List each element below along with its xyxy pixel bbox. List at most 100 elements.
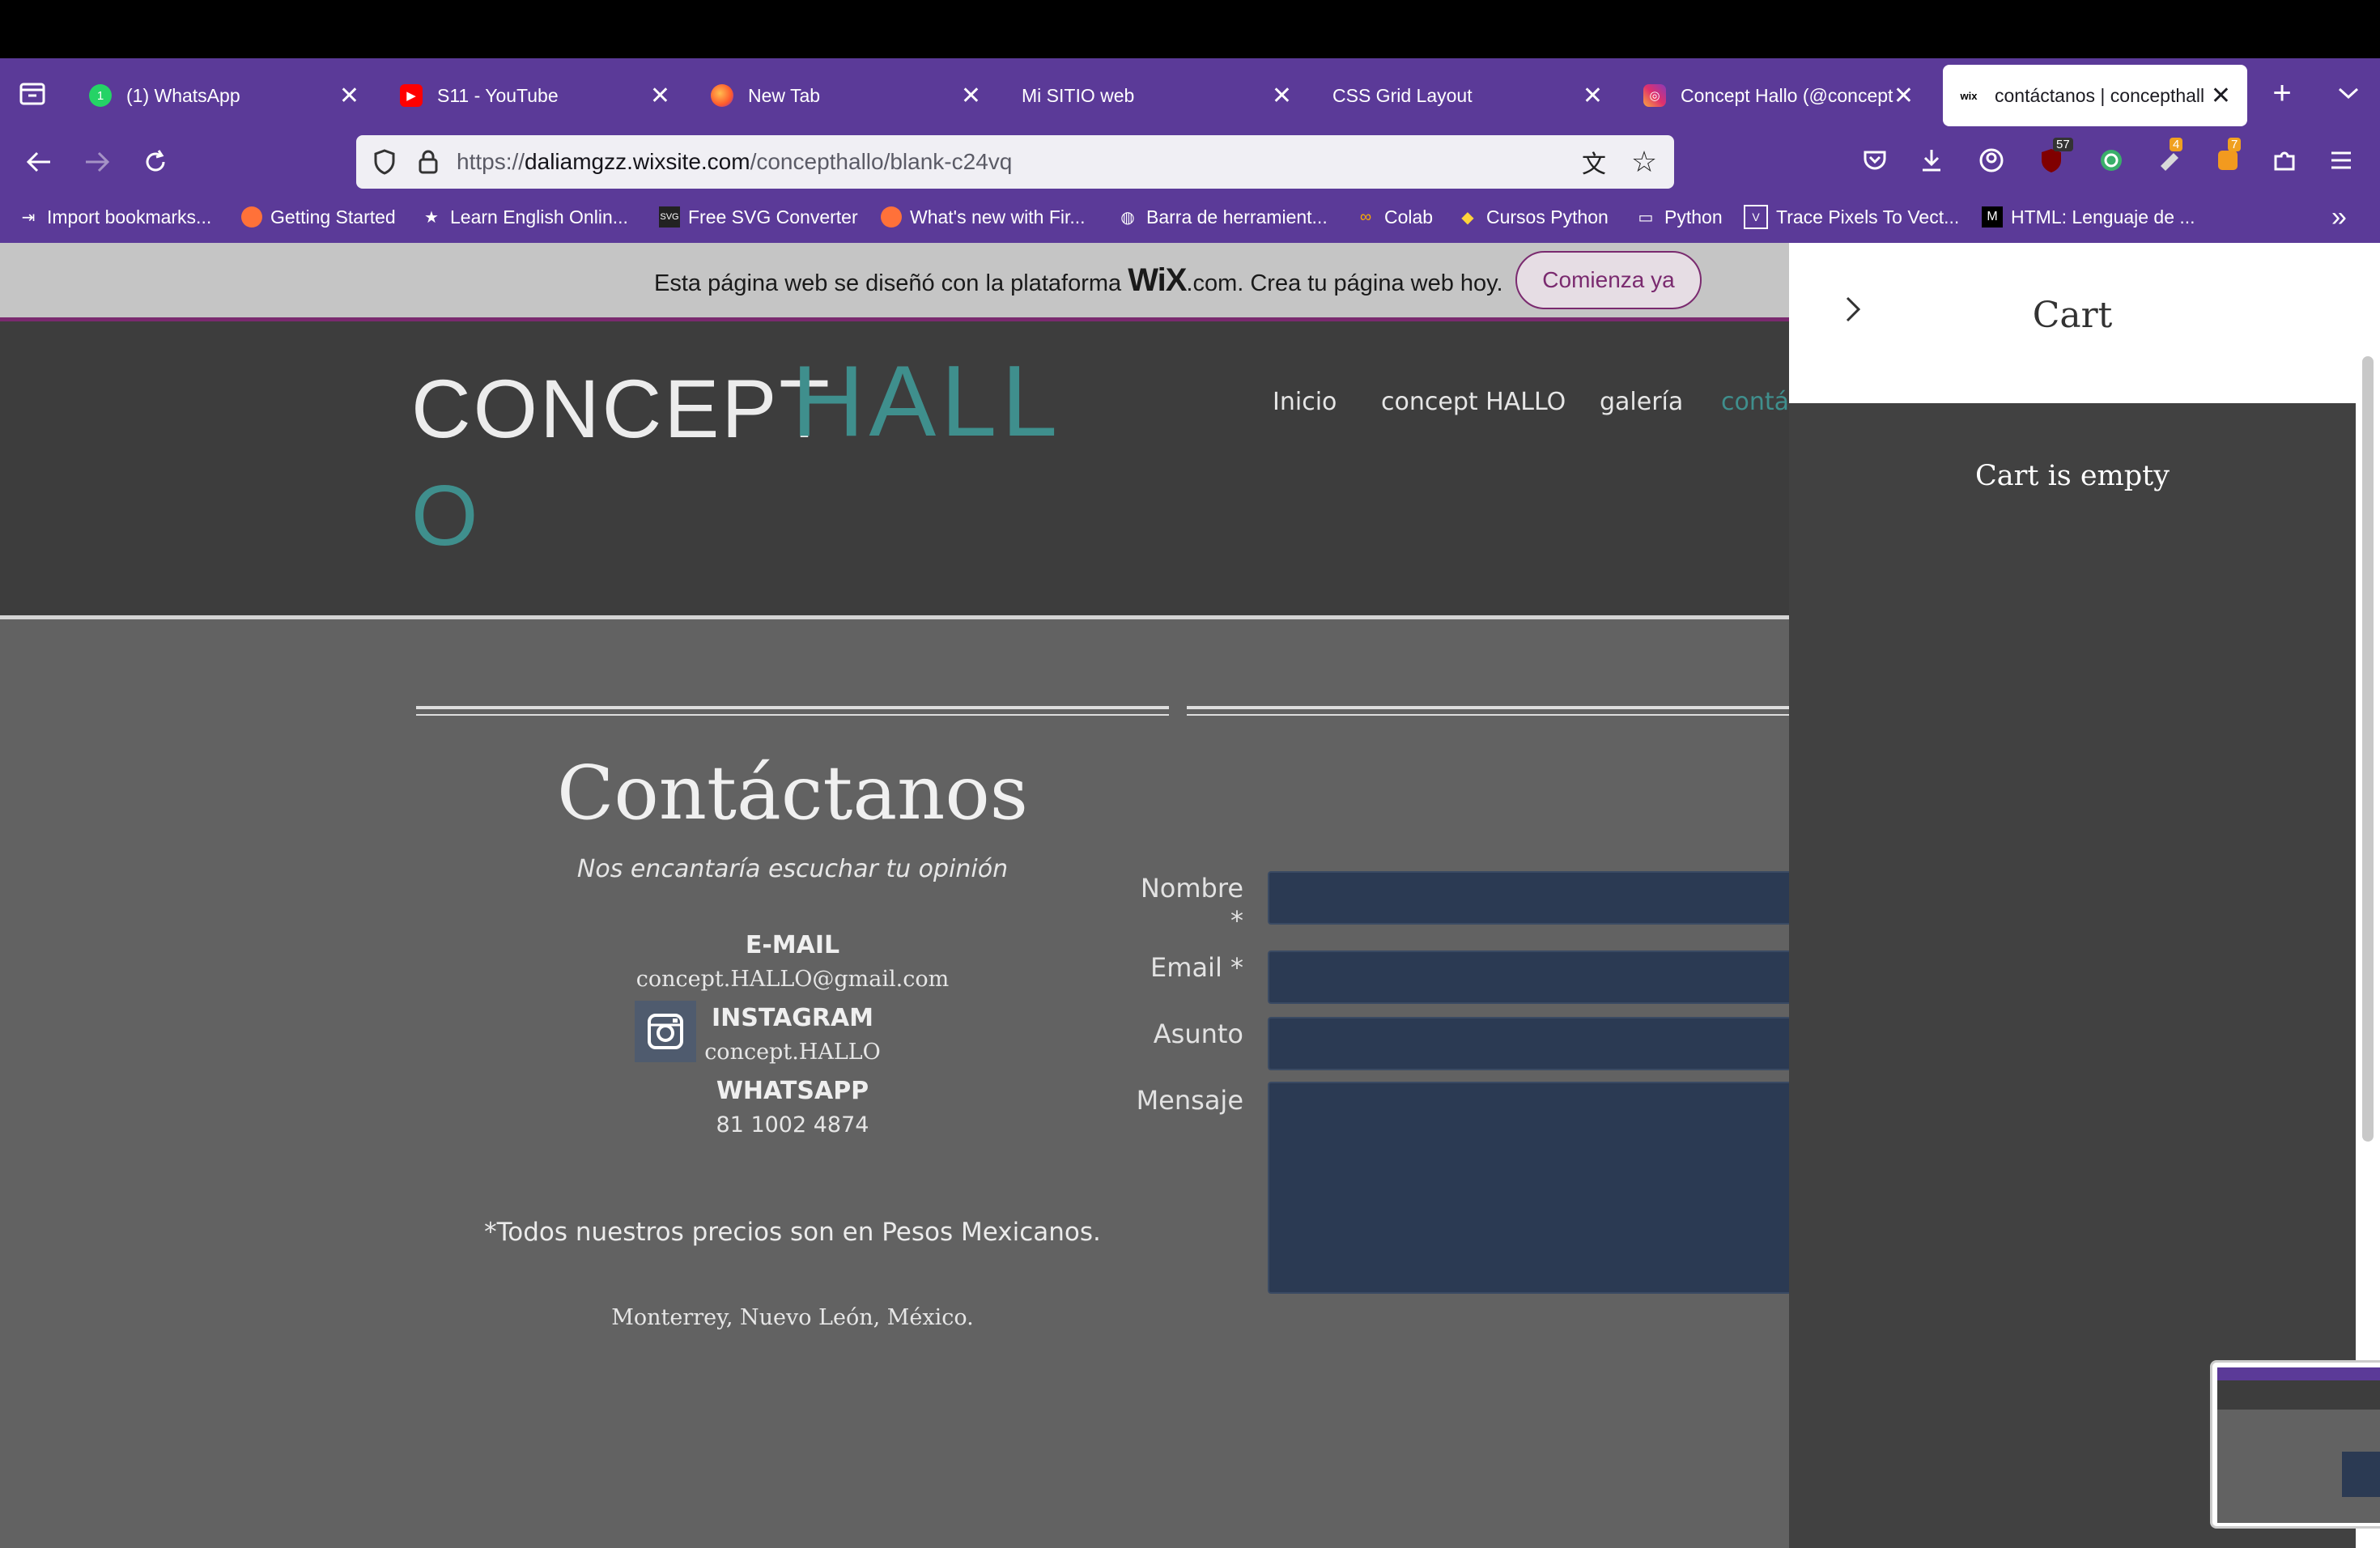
bookmark-label: Cursos Python — [1486, 206, 1609, 228]
system-top-bar — [0, 0, 2380, 58]
bookmark-trace-pixels[interactable]: V Trace Pixels To Vect... — [1744, 191, 1959, 243]
url-domain: daliamgzz.wixsite.com — [525, 149, 750, 174]
nav-concept-hallo[interactable]: concept HALLO — [1381, 388, 1566, 416]
close-tab-icon[interactable]: ✕ — [1272, 65, 1292, 126]
tab-whatsapp[interactable]: 1 (1) WhatsApp ✕ — [74, 65, 376, 126]
new-tab-icon[interactable]: + — [2262, 73, 2302, 113]
bookmark-label: Barra de herramient... — [1146, 206, 1328, 228]
start-now-button[interactable]: Comienza ya — [1515, 251, 1702, 309]
bookmark-whats-new[interactable]: What's new with Fir... — [881, 191, 1086, 243]
message-label: Mensaje — [1136, 1085, 1243, 1116]
bookmark-colab[interactable]: ∞ Colab — [1355, 191, 1433, 243]
bookmark-html[interactable]: M HTML: Lenguaje de ... — [1982, 191, 2195, 243]
tab-youtube[interactable]: ▶ S11 - YouTube ✕ — [385, 65, 686, 126]
nav-inicio[interactable]: Inicio — [1273, 388, 1337, 416]
close-tab-icon[interactable]: ✕ — [2211, 65, 2231, 126]
bookmark-free-svg[interactable]: SVG Free SVG Converter — [659, 191, 858, 243]
bookmark-learn-english[interactable]: ★ Learn English Onlin... — [421, 191, 628, 243]
extension-icon[interactable]: 4 — [2152, 138, 2187, 178]
thumbnail-form — [2342, 1452, 2380, 1497]
sync-extension-icon[interactable] — [2093, 142, 2129, 178]
url-path: /concepthallo/blank-c24vq — [750, 149, 1013, 174]
bookmark-cursos-python[interactable]: ◆ Cursos Python — [1457, 191, 1609, 243]
shield-icon[interactable] — [368, 145, 402, 179]
tab-overview-icon[interactable] — [15, 76, 50, 112]
nav-galeria[interactable]: galería — [1600, 388, 1683, 416]
address-bar[interactable]: https://daliamgzz.wixsite.com/concepthal… — [356, 135, 1674, 189]
tab-css-grid[interactable]: CSS Grid Layout ✕ — [1318, 65, 1619, 126]
cart-header: Cart — [1789, 243, 2356, 403]
window-thumbnail[interactable] — [2210, 1360, 2380, 1529]
wix-text-after: .com. Crea tu página web hoy. — [1186, 270, 1503, 296]
lock-icon[interactable] — [411, 145, 445, 179]
bookmark-label: Import bookmarks... — [47, 206, 212, 228]
bookmark-python-folder[interactable]: ▭ Python — [1635, 191, 1723, 243]
bookmark-label: Colab — [1384, 206, 1434, 228]
bookmark-getting-started[interactable]: Getting Started — [241, 191, 396, 243]
tab-bar: 1 (1) WhatsApp ✕ ▶ S11 - YouTube ✕ New T… — [0, 58, 2380, 133]
tab-title: Concept Hallo (@concept — [1681, 84, 1893, 106]
list-tabs-icon[interactable] — [2328, 73, 2369, 113]
divider-line — [1187, 714, 1802, 716]
url-text[interactable]: https://daliamgzz.wixsite.com/concepthal… — [457, 135, 1012, 189]
cart-empty-message: Cart is empty — [1975, 460, 2170, 492]
account-icon[interactable] — [1974, 142, 2009, 178]
menu-hamburger-icon[interactable] — [2323, 142, 2359, 178]
wix-logo: WiX — [1128, 262, 1187, 298]
bookmark-label: Getting Started — [270, 206, 396, 228]
tab-contactanos-active[interactable]: wix contáctanos | concepthall ✕ — [1943, 65, 2247, 126]
whatsapp-icon: 1 — [89, 84, 112, 107]
downloads-icon[interactable] — [1914, 142, 1949, 178]
firefox-icon — [881, 206, 902, 228]
logo-concept[interactable]: CONCEPT — [411, 362, 832, 457]
import-icon: ⇥ — [21, 208, 36, 227]
close-tab-icon[interactable]: ✕ — [339, 65, 359, 126]
svg-icon: SVG — [659, 206, 680, 228]
bookmark-import[interactable]: ⇥ Import bookmarks... — [18, 191, 212, 243]
back-icon[interactable] — [19, 142, 58, 181]
divider-line — [416, 714, 1169, 716]
logo-o[interactable]: O — [411, 467, 478, 565]
logo-hall[interactable]: HALL — [792, 344, 1062, 459]
wix-icon: wix — [1957, 84, 1980, 107]
close-tab-icon[interactable]: ✕ — [961, 65, 981, 126]
globe-icon: ◍ — [1120, 208, 1135, 227]
close-tab-icon[interactable]: ✕ — [1893, 65, 1914, 126]
bookmarks-overflow-icon[interactable]: » — [2331, 191, 2347, 243]
wix-banner-text: Esta página web se diseñó con la platafo… — [654, 243, 1503, 317]
bookmark-label: HTML: Lenguaje de ... — [2011, 206, 2195, 228]
tab-instagram[interactable]: ◎ Concept Hallo (@concept ✕ — [1629, 65, 1930, 126]
scrollbar-thumb[interactable] — [2362, 356, 2374, 1142]
message-textarea[interactable] — [1268, 1082, 1838, 1294]
divider-line — [1187, 706, 1802, 709]
bookmark-barra[interactable]: ◍ Barra de herramient... — [1117, 191, 1328, 243]
forward-icon[interactable] — [78, 142, 117, 181]
ublock-icon[interactable]: 57 — [2034, 138, 2073, 178]
extensions-puzzle-icon[interactable] — [2267, 142, 2302, 178]
star-icon: ★ — [424, 208, 439, 227]
honey-extension-icon[interactable]: 7 — [2210, 138, 2246, 178]
page-title: Contáctanos — [556, 750, 1029, 836]
extension-badge: 4 — [2170, 138, 2183, 151]
reload-icon[interactable] — [136, 142, 175, 181]
bookmark-star-icon[interactable]: ☆ — [1627, 145, 1661, 179]
tab-title: New Tab — [748, 84, 821, 106]
email-input[interactable] — [1268, 950, 1838, 1004]
python-icon: ◆ — [1461, 208, 1474, 227]
translate-icon[interactable]: 文 — [1577, 145, 1611, 179]
tab-mi-sitio[interactable]: Mi SITIO web ✕ — [1007, 65, 1308, 126]
close-tab-icon[interactable]: ✕ — [1583, 65, 1603, 126]
trace-icon: V — [1744, 205, 1768, 229]
thumbnail-chrome — [2217, 1367, 2380, 1380]
tab-title: CSS Grid Layout — [1332, 84, 1473, 106]
pocket-icon[interactable] — [1857, 142, 1893, 178]
close-tab-icon[interactable]: ✕ — [650, 65, 670, 126]
location-text: Monterrey, Nuevo León, México. — [611, 1305, 974, 1330]
tab-title: Mi SITIO web — [1022, 84, 1135, 106]
wix-text-before: Esta página web se diseñó con la platafo… — [654, 270, 1128, 296]
name-input[interactable] — [1268, 871, 1838, 925]
subject-input[interactable] — [1268, 1017, 1838, 1070]
tab-new-tab[interactable]: New Tab ✕ — [696, 65, 997, 126]
name-label: Nombre — [1140, 873, 1243, 904]
nav-contactanos[interactable]: contá — [1721, 388, 1789, 416]
